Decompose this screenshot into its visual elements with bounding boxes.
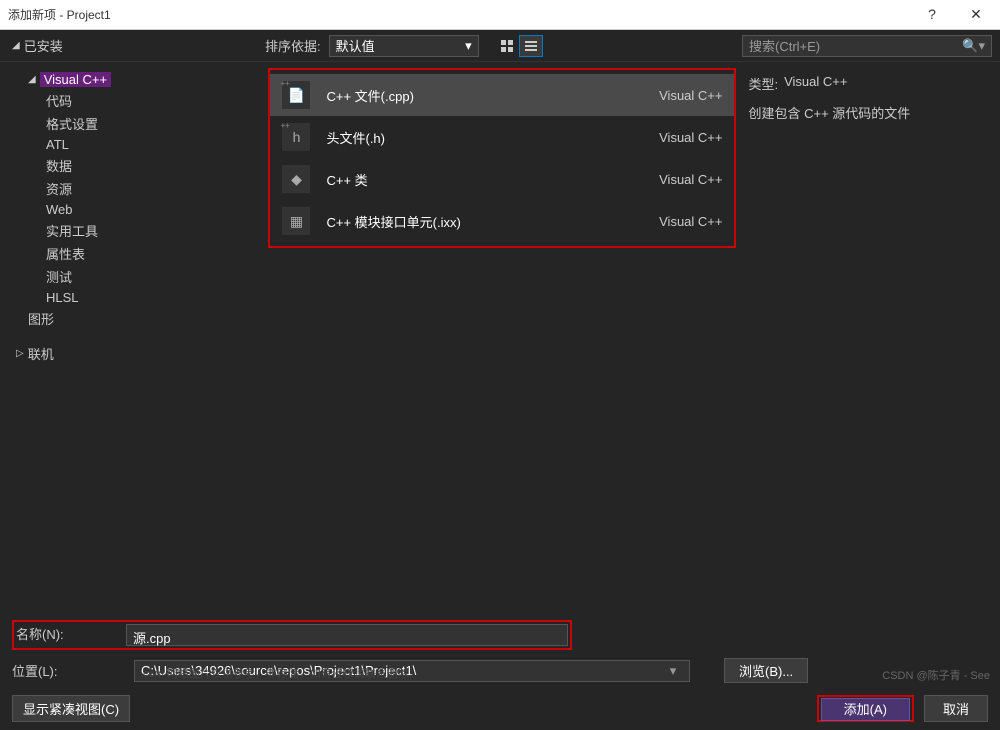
template-tag: Visual C++ (659, 130, 722, 145)
template-row-2[interactable]: ◆ C++ 类 Visual C++ (270, 158, 734, 200)
sort-label: 排序依据: (265, 36, 321, 55)
sidebar-item-7[interactable]: 属性表 (12, 242, 264, 265)
titlebar: 添加新项 - Project1 ? ✕ (0, 0, 1000, 30)
sidebar-item-graphics[interactable]: 图形 (12, 307, 264, 330)
template-icon: ▦ (282, 207, 310, 235)
chevron-down-icon: ◢ (12, 40, 20, 51)
grid-view-button[interactable] (495, 35, 519, 57)
template-label: C++ 模块接口单元(.ixx) (326, 212, 643, 231)
sidebar-item-online[interactable]: ▷ 联机 (12, 342, 264, 365)
template-label: C++ 文件(.cpp) (326, 86, 643, 105)
template-icon: ++📄 (282, 81, 310, 109)
template-tag: Visual C++ (659, 214, 722, 229)
template-row-3[interactable]: ▦ C++ 模块接口单元(.ixx) Visual C++ (270, 200, 734, 242)
details-panel: 类型: Visual C++ 创建包含 C++ 源代码的文件 (740, 62, 1000, 616)
list-view-button[interactable] (519, 35, 543, 57)
sidebar-item-2[interactable]: ATL (12, 135, 264, 154)
browse-button[interactable]: 浏览(B)... (724, 658, 808, 683)
add-button[interactable]: 添加(A) (821, 698, 910, 721)
name-input[interactable]: 源.cpp (126, 624, 568, 646)
help-button[interactable]: ? (916, 6, 948, 23)
chevron-down-icon: ◢ (28, 74, 36, 85)
cancel-button[interactable]: 取消 (924, 695, 988, 722)
template-label: C++ 类 (326, 170, 643, 189)
toolbar: ◢ 已安装 排序依据: 默认值 ▾ 搜索(Ctrl+E) 🔍▾ (0, 30, 1000, 62)
location-label: 位置(L): (12, 661, 122, 680)
compact-view-button[interactable]: 显示紧凑视图(C) (12, 695, 130, 722)
sidebar-item-3[interactable]: 数据 (12, 154, 264, 177)
template-list: ++📄 C++ 文件(.cpp) Visual C++ ++h 头文件(.h) Visua… (268, 68, 736, 248)
template-label: 头文件(.h) (326, 128, 643, 147)
chevron-down-icon[interactable]: ▾ (663, 663, 683, 679)
sort-dropdown[interactable]: 默认值 ▾ (329, 35, 479, 57)
sidebar-item-8[interactable]: 测试 (12, 265, 264, 288)
type-value: Visual C++ (784, 74, 847, 93)
window-title: 添加新项 - Project1 (8, 6, 916, 23)
template-icon: ◆ (282, 165, 310, 193)
sidebar-item-visual-cpp[interactable]: ◢ Visual C++ (12, 70, 264, 89)
search-input[interactable]: 搜索(Ctrl+E) 🔍▾ (742, 35, 992, 57)
name-label: 名称(N): (16, 624, 126, 646)
sidebar-item-5[interactable]: Web (12, 200, 264, 219)
template-row-1[interactable]: ++h 头文件(.h) Visual C++ (270, 116, 734, 158)
sidebar: ◢ Visual C++ 代码格式设置ATL数据资源Web实用工具属性表测试HL… (0, 62, 264, 616)
watermark: CSDN @陈子青 - See (882, 667, 990, 683)
type-label: 类型: (748, 74, 778, 93)
sidebar-item-1[interactable]: 格式设置 (12, 112, 264, 135)
search-icon: 🔍▾ (962, 38, 985, 54)
template-tag: Visual C++ (659, 88, 722, 103)
sidebar-item-6[interactable]: 实用工具 (12, 219, 264, 242)
template-row-0[interactable]: ++📄 C++ 文件(.cpp) Visual C++ (270, 74, 734, 116)
sidebar-item-0[interactable]: 代码 (12, 89, 264, 112)
sidebar-item-9[interactable]: HLSL (12, 288, 264, 307)
chevron-down-icon: ▾ (465, 38, 472, 54)
template-tag: Visual C++ (659, 172, 722, 187)
installed-header[interactable]: ◢ 已安装 (8, 36, 63, 55)
template-icon: ++h (282, 123, 310, 151)
chevron-right-icon: ▷ (16, 348, 24, 359)
close-button[interactable]: ✕ (960, 6, 992, 23)
watermark-note: .com 网络图片仅供参考，非存储，如有侵权请联系删除。 (140, 665, 420, 681)
type-description: 创建包含 C++ 源代码的文件 (748, 103, 910, 122)
sidebar-item-4[interactable]: 资源 (12, 177, 264, 200)
